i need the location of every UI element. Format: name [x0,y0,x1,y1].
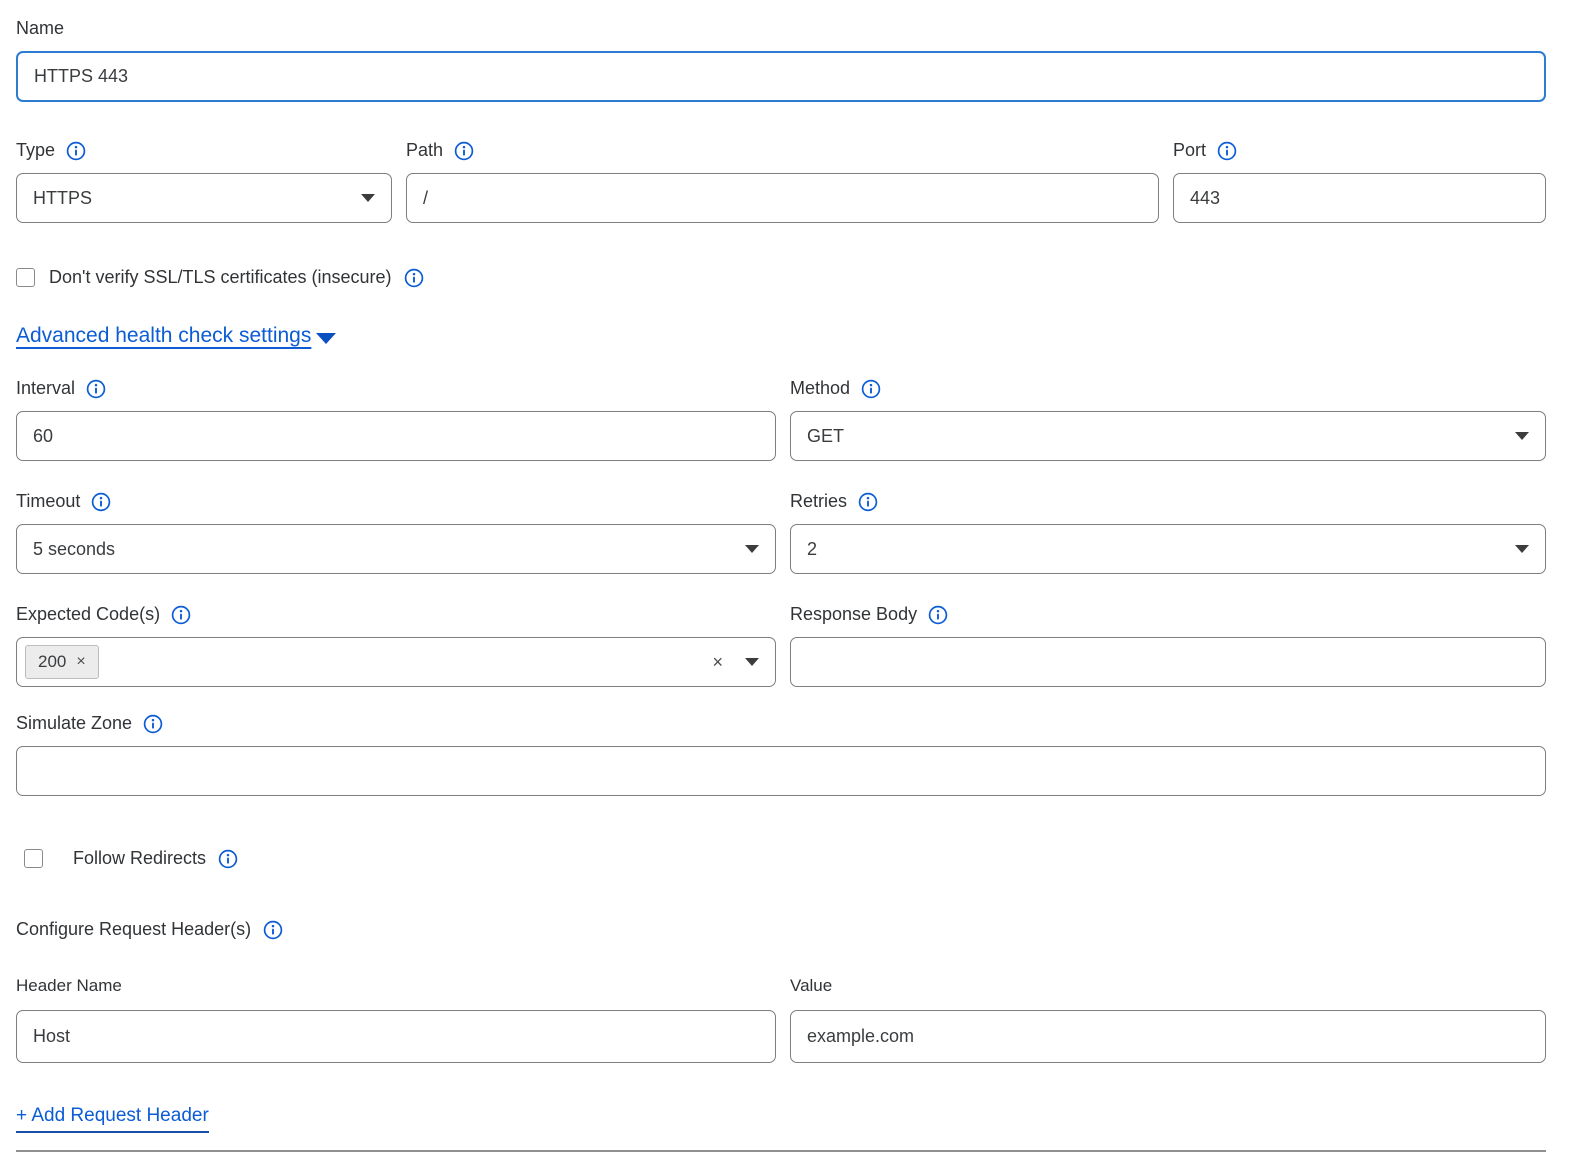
clear-all-icon[interactable]: × [712,653,723,671]
timeout-info-icon[interactable] [91,492,111,512]
request-header-row [16,1010,1546,1063]
type-select-value: HTTPS [33,188,361,209]
retries-label: Retries [790,491,847,512]
simulate-zone-input[interactable] [16,746,1546,796]
port-info-icon[interactable] [1217,141,1237,161]
timeout-select[interactable]: 5 seconds [16,524,776,574]
request-headers-section-label: Configure Request Header(s) [16,919,1546,940]
request-headers-info-icon[interactable] [263,920,283,940]
response-body-info-icon[interactable] [928,605,948,625]
retries-select-value: 2 [807,539,1515,560]
follow-redirects-checkbox[interactable] [24,849,43,868]
header-name-input[interactable] [16,1010,776,1063]
method-select-value: GET [807,426,1515,447]
ssl-verify-checkbox[interactable] [16,268,35,287]
ssl-verify-info-icon[interactable] [404,268,424,288]
header-value-input[interactable] [790,1010,1546,1063]
name-label-text: Name [16,18,64,39]
follow-redirects-label: Follow Redirects [73,848,206,869]
path-info-icon[interactable] [454,141,474,161]
caret-down-icon [1515,432,1529,440]
method-select[interactable]: GET [790,411,1546,461]
type-info-icon[interactable] [66,141,86,161]
type-select[interactable]: HTTPS [16,173,392,223]
caret-down-icon [745,658,759,666]
caret-down-icon [1515,545,1529,553]
interval-label: Interval [16,378,75,399]
name-input[interactable] [16,51,1546,102]
response-body-label: Response Body [790,604,917,625]
simulate-zone-label: Simulate Zone [16,713,132,734]
port-label: Port [1173,140,1206,161]
health-check-form: Name Type HTTPS Path [0,0,1570,1152]
advanced-settings-link[interactable]: Advanced health check settings [16,324,311,348]
tag-remove-icon[interactable]: × [76,654,85,670]
expected-codes-label: Expected Code(s) [16,604,160,625]
name-label: Name [16,18,1546,39]
response-body-input[interactable] [790,637,1546,687]
ssl-verify-row: Don't verify SSL/TLS certificates (insec… [16,267,1546,288]
add-request-header-link[interactable]: + Add Request Header [16,1105,209,1133]
retries-select[interactable]: 2 [790,524,1546,574]
follow-redirects-info-icon[interactable] [218,849,238,869]
caret-down-icon [316,333,336,344]
expected-codes-info-icon[interactable] [171,605,191,625]
timeout-label: Timeout [16,491,80,512]
interval-info-icon[interactable] [86,379,106,399]
path-label: Path [406,140,443,161]
header-value-column-label: Value [790,976,1546,996]
caret-down-icon [361,194,375,202]
path-input[interactable] [406,173,1159,223]
follow-redirects-row: Follow Redirects [16,848,1546,869]
retries-info-icon[interactable] [858,492,878,512]
request-headers-section-text: Configure Request Header(s) [16,919,251,940]
caret-down-icon [745,545,759,553]
header-name-column-label: Header Name [16,976,776,996]
simulate-zone-info-icon[interactable] [143,714,163,734]
ssl-verify-label: Don't verify SSL/TLS certificates (insec… [49,267,392,288]
port-input[interactable] [1173,173,1546,223]
interval-input[interactable] [16,411,776,461]
method-label: Method [790,378,850,399]
type-label: Type [16,140,55,161]
timeout-select-value: 5 seconds [33,539,745,560]
advanced-settings-link-text: Advanced health check settings [16,324,311,348]
expected-code-tag-text: 200 [38,652,66,672]
method-info-icon[interactable] [861,379,881,399]
expected-codes-multiselect[interactable]: 200 × × [16,637,776,687]
expected-code-tag: 200 × [25,645,99,679]
